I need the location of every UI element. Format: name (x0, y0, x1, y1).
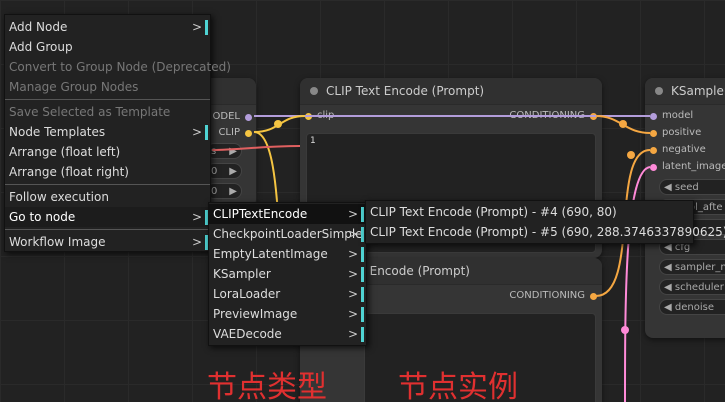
menu-item-arrange-left[interactable]: Arrange (float left) (5, 142, 210, 162)
chevron-right-icon: > (347, 287, 358, 301)
menu-item-label: Node Templates (9, 125, 106, 139)
menu-item-label: Follow execution (9, 190, 109, 204)
annotation-node-type: 节点类型 (207, 370, 327, 402)
neg-wire (211, 145, 301, 151)
menu-separator (5, 99, 210, 100)
submenu-item-loraloader[interactable]: LoraLoader > (209, 284, 366, 304)
submenu-item-ksampler[interactable]: KSampler > (209, 264, 366, 284)
menu-item-save-template: Save Selected as Template (5, 102, 210, 122)
submenu-indicator (361, 307, 364, 322)
chevron-right-icon: > (191, 125, 202, 139)
chevron-right-icon: > (347, 227, 358, 241)
menu-item-follow-execution[interactable]: Follow execution (5, 187, 210, 207)
chevron-right-icon: > (347, 207, 358, 221)
wire-reroute-dot (621, 326, 629, 334)
menu-item-label: Arrange (float left) (9, 145, 121, 159)
menu-item-add-group[interactable]: Add Group (5, 37, 210, 57)
menu-item-go-to-node[interactable]: Go to node > (5, 207, 210, 227)
submenu-indicator (361, 287, 364, 302)
go-to-node-type-submenu[interactable]: CLIPTextEncode > CheckpointLoaderSimple > … (208, 202, 367, 346)
submenu-item-previewimage[interactable]: PreviewImage > (209, 304, 366, 324)
menu-item-manage-group-nodes: Manage Group Nodes (5, 77, 210, 97)
submenu-item-label: KSampler (213, 267, 271, 281)
submenu-indicator (205, 20, 208, 35)
go-to-node-instance-submenu[interactable]: CLIP Text Encode (Prompt) - #4 (690, 80)… (365, 200, 725, 244)
instance-item-label: CLIP Text Encode (Prompt) - #4 (690, 80) (370, 205, 617, 219)
submenu-item-emptylatentimage[interactable]: EmptyLatentImage > (209, 244, 366, 264)
menu-item-label: Add Group (9, 40, 73, 54)
menu-item-label: Arrange (float right) (9, 165, 129, 179)
chevron-right-icon: > (191, 20, 202, 34)
annotation-node-instance: 节点实例 (398, 370, 518, 402)
submenu-item-label: CLIPTextEncode (213, 207, 308, 221)
instance-item-node-5[interactable]: CLIP Text Encode (Prompt) - #5 (690, 288… (366, 222, 725, 242)
chevron-right-icon: > (347, 327, 358, 341)
submenu-item-vaedecode[interactable]: VAEDecode > (209, 324, 366, 344)
submenu-item-label: VAEDecode (213, 327, 282, 341)
submenu-item-label: CheckpointLoaderSimple (213, 227, 363, 241)
submenu-item-label: LoraLoader (213, 287, 281, 301)
submenu-indicator (361, 327, 364, 342)
menu-item-workflow-image[interactable]: Workflow Image > (5, 232, 210, 252)
submenu-indicator (361, 227, 364, 242)
menu-item-add-node[interactable]: Add Node > (5, 17, 210, 37)
submenu-indicator (361, 267, 364, 282)
menu-item-label: Manage Group Nodes (9, 80, 139, 94)
chevron-right-icon: > (347, 247, 358, 261)
submenu-item-label: EmptyLatentImage (213, 247, 328, 261)
menu-item-label: Go to node (9, 210, 76, 224)
canvas-context-menu[interactable]: Add Node > Add Group Convert to Group Nod… (4, 14, 231, 252)
chevron-right-icon: > (191, 210, 202, 224)
submenu-indicator (205, 125, 208, 140)
wire-reroute-dot (274, 120, 282, 128)
menu-item-label: Save Selected as Template (9, 105, 171, 119)
menu-separator (5, 229, 210, 230)
menu-item-label: Workflow Image (9, 235, 106, 249)
wire-reroute-dot (619, 120, 627, 128)
menu-item-convert-group-node: Convert to Group Node (Deprecated) (5, 57, 231, 77)
menu-item-node-templates[interactable]: Node Templates > (5, 122, 210, 142)
menu-item-label: Add Node (9, 20, 68, 34)
submenu-item-label: PreviewImage (213, 307, 298, 321)
node-graph-canvas[interactable]: ODEL CLIP s ▶ 0 ▶ 0 ▶ CLIP Text Encode (… (0, 0, 725, 402)
submenu-indicator (361, 247, 364, 262)
chevron-right-icon: > (347, 307, 358, 321)
wire-reroute-dot (627, 151, 635, 159)
menu-item-arrange-right[interactable]: Arrange (float right) (5, 162, 210, 182)
menu-separator (5, 184, 210, 185)
menu-item-label: Convert to Group Node (Deprecated) (9, 60, 231, 74)
instance-item-label: CLIP Text Encode (Prompt) - #5 (690, 288… (370, 225, 725, 239)
instance-item-node-4[interactable]: CLIP Text Encode (Prompt) - #4 (690, 80) (366, 202, 693, 222)
submenu-indicator (361, 207, 364, 222)
submenu-item-cliptextencode[interactable]: CLIPTextEncode > (209, 204, 366, 224)
chevron-right-icon: > (347, 267, 358, 281)
chevron-right-icon: > (191, 235, 202, 249)
submenu-item-checkpointloadersimple[interactable]: CheckpointLoaderSimple > (209, 224, 366, 244)
